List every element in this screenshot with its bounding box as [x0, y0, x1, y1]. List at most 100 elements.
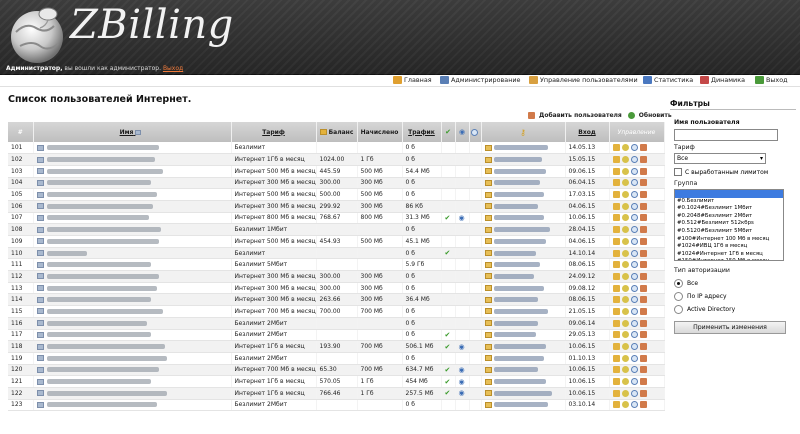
nav-item-0[interactable]: Главная	[393, 76, 432, 84]
info-icon[interactable]	[630, 401, 638, 409]
money-icon[interactable]	[621, 331, 629, 339]
row-ip[interactable]	[481, 258, 566, 272]
row-name[interactable]	[33, 270, 232, 283]
row-ip[interactable]	[481, 340, 566, 353]
group-option[interactable]: #0.2048#Безлимит 2Мбит	[675, 213, 783, 221]
edit-icon[interactable]	[612, 191, 620, 199]
user-settings-icon[interactable]	[639, 261, 647, 269]
money-icon[interactable]	[621, 284, 629, 292]
col-login[interactable]: Вход	[565, 122, 610, 142]
auth-radio-ip-dot[interactable]	[674, 292, 683, 301]
info-icon[interactable]	[630, 354, 638, 362]
logout-link[interactable]: Выход	[163, 65, 183, 72]
nav-item-1[interactable]: Администрирование	[440, 76, 520, 84]
info-icon[interactable]	[630, 343, 638, 351]
row-ip[interactable]	[481, 223, 566, 236]
row-ip[interactable]	[481, 235, 566, 248]
money-icon[interactable]	[621, 144, 629, 152]
row-ip[interactable]	[481, 165, 566, 178]
row-ip[interactable]	[481, 188, 566, 201]
user-settings-icon[interactable]	[639, 331, 647, 339]
col-balance[interactable]: Баланс	[316, 122, 358, 142]
user-settings-icon[interactable]	[639, 156, 647, 164]
row-ip[interactable]	[481, 305, 566, 318]
group-option[interactable]: #0.5120#Безлимит 5Мбит	[675, 228, 783, 236]
money-icon[interactable]	[621, 354, 629, 362]
user-settings-icon[interactable]	[639, 296, 647, 304]
user-settings-icon[interactable]	[639, 237, 647, 245]
tariff-select[interactable]: Все ▾	[674, 153, 766, 164]
info-icon[interactable]	[630, 284, 638, 292]
col-info[interactable]	[469, 122, 482, 142]
info-icon[interactable]	[630, 191, 638, 199]
money-icon[interactable]	[621, 226, 629, 234]
apply-filters-button[interactable]: Применить изменения	[674, 321, 786, 334]
edit-icon[interactable]	[612, 389, 620, 397]
row-name[interactable]	[33, 293, 232, 307]
row-ip[interactable]	[481, 200, 566, 213]
nav-item-3[interactable]: Статистика	[643, 76, 693, 84]
edit-icon[interactable]	[612, 284, 620, 292]
edit-icon[interactable]	[612, 156, 620, 164]
row-name[interactable]	[33, 223, 232, 236]
info-icon[interactable]	[630, 144, 638, 152]
info-icon[interactable]	[630, 226, 638, 234]
info-icon[interactable]	[630, 389, 638, 397]
row-ip[interactable]	[481, 364, 566, 377]
add-user-button[interactable]: Добавить пользователя	[528, 112, 622, 119]
info-icon[interactable]	[630, 331, 638, 339]
row-ip[interactable]	[481, 293, 566, 307]
money-icon[interactable]	[621, 156, 629, 164]
edit-icon[interactable]	[612, 214, 620, 222]
group-option[interactable]	[675, 190, 783, 198]
money-icon[interactable]	[621, 202, 629, 210]
nav-item-2[interactable]: Управление пользователями	[529, 76, 638, 84]
row-name[interactable]	[33, 153, 232, 166]
info-icon[interactable]	[630, 156, 638, 164]
edit-icon[interactable]	[612, 179, 620, 187]
row-name[interactable]	[33, 387, 232, 400]
info-icon[interactable]	[630, 378, 638, 386]
user-settings-icon[interactable]	[639, 354, 647, 362]
money-icon[interactable]	[621, 167, 629, 175]
limit-checkbox[interactable]: С выработанным лимитом	[674, 168, 768, 176]
row-ip[interactable]	[481, 329, 566, 342]
col-ip[interactable]: ⚷	[481, 122, 566, 142]
user-settings-icon[interactable]	[639, 226, 647, 234]
money-icon[interactable]	[621, 366, 629, 374]
edit-icon[interactable]	[612, 343, 620, 351]
money-icon[interactable]	[621, 272, 629, 280]
col-charged[interactable]: Начислено	[357, 122, 403, 142]
edit-icon[interactable]	[612, 319, 620, 327]
user-settings-icon[interactable]	[639, 343, 647, 351]
user-settings-icon[interactable]	[639, 389, 647, 397]
user-settings-icon[interactable]	[639, 401, 647, 409]
col-name[interactable]: Имя	[33, 122, 232, 142]
edit-icon[interactable]	[612, 261, 620, 269]
group-option[interactable]: #100#Интернет 100 Мб в месяц	[675, 236, 783, 244]
group-listbox[interactable]: #0.Безлимит #0.1024#Безлимит 1Мбит #0.2048…	[674, 189, 784, 261]
group-option[interactable]: #1024#Интернет 1Гб в месяц	[675, 251, 783, 259]
col-traffic[interactable]: Трафик	[402, 122, 442, 142]
auth-radio-ad-dot[interactable]	[674, 305, 683, 314]
user-settings-icon[interactable]	[639, 272, 647, 280]
user-settings-icon[interactable]	[639, 307, 647, 315]
edit-icon[interactable]	[612, 354, 620, 362]
info-icon[interactable]	[630, 237, 638, 245]
edit-icon[interactable]	[612, 331, 620, 339]
row-ip[interactable]	[481, 153, 566, 166]
edit-icon[interactable]	[612, 272, 620, 280]
info-icon[interactable]	[630, 307, 638, 315]
edit-icon[interactable]	[612, 167, 620, 175]
edit-icon[interactable]	[612, 202, 620, 210]
edit-icon[interactable]	[612, 401, 620, 409]
money-icon[interactable]	[621, 191, 629, 199]
row-ip[interactable]	[481, 142, 566, 155]
auth-radio-all-dot[interactable]	[674, 279, 683, 288]
nav-item-5[interactable]: Выход	[755, 76, 788, 84]
auth-radio-ip[interactable]: По IP адресу	[674, 292, 727, 301]
user-settings-icon[interactable]	[639, 179, 647, 187]
user-settings-icon[interactable]	[639, 378, 647, 386]
auth-radio-ad[interactable]: Active Directory	[674, 305, 735, 314]
group-option[interactable]: #150#Интернет 150 Мб в месяц	[675, 258, 783, 260]
